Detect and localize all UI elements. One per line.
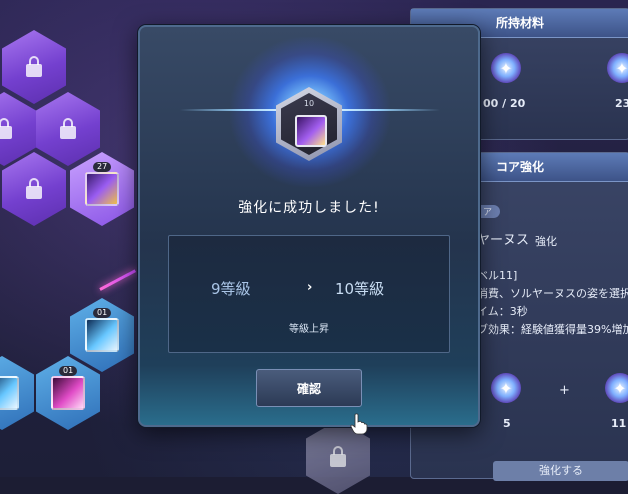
skill-icon bbox=[51, 376, 85, 410]
locked-core-slot[interactable] bbox=[2, 30, 66, 104]
locked-core-slot[interactable] bbox=[2, 152, 66, 226]
level-badge: 01 bbox=[59, 366, 78, 376]
skill-tree: 27 01 01 bbox=[0, 0, 140, 477]
enhance-button[interactable]: 強化する bbox=[493, 461, 628, 481]
arrow-right-icon: › bbox=[307, 280, 313, 295]
material-count: 23 bbox=[615, 97, 628, 110]
lock-icon bbox=[60, 117, 76, 139]
level-badge: 01 bbox=[93, 308, 112, 318]
skill-icon bbox=[85, 172, 119, 206]
skill-icon bbox=[85, 318, 119, 352]
hand-cursor-icon bbox=[350, 413, 368, 435]
desc-line: ベル11] bbox=[477, 269, 518, 282]
level-badge: 27 bbox=[93, 162, 112, 172]
lock-icon bbox=[26, 177, 42, 199]
core-skill-icon bbox=[295, 115, 327, 147]
material-count: 00 / 20 bbox=[483, 97, 526, 110]
grade-up-label: 等級上昇 bbox=[289, 324, 329, 335]
lock-icon bbox=[26, 55, 42, 77]
material-icon: ✦ bbox=[491, 373, 521, 403]
material-icon: ✦ bbox=[491, 53, 521, 83]
cost-value: 5 bbox=[503, 417, 511, 430]
skill-icon bbox=[0, 376, 19, 410]
material-icon: ✦ bbox=[605, 373, 628, 403]
desc-line: ブ効果：経験値獲得量39%増加 bbox=[477, 323, 628, 336]
skill-name: ヤーヌス bbox=[477, 233, 530, 248]
core-level: 10 bbox=[303, 99, 315, 108]
grade-from: 9等級 bbox=[211, 280, 251, 298]
material-icon: ✦ bbox=[607, 53, 628, 83]
lock-icon bbox=[0, 117, 12, 139]
grade-result-box: 9等級 › 10等級 等級上昇 bbox=[168, 235, 450, 353]
lock-icon bbox=[330, 445, 346, 467]
enhance-success-dialog: 10 強化に成功しました! 9等級 › 10等級 等級上昇 確認 bbox=[138, 25, 480, 427]
success-message: 強化に成功しました! bbox=[238, 200, 380, 216]
locked-core-slot[interactable] bbox=[36, 92, 100, 166]
confirm-button[interactable]: 確認 bbox=[256, 369, 362, 407]
desc-line: 消費、ソルヤーヌスの姿を選択 bbox=[477, 287, 628, 300]
desc-line: イム：3秒 bbox=[477, 305, 528, 318]
core-slot-unlocked[interactable] bbox=[0, 356, 34, 430]
cost-value: 11 bbox=[611, 417, 627, 430]
plus-sign: + bbox=[559, 383, 570, 398]
grade-to: 10等級 bbox=[335, 280, 385, 298]
connection-line bbox=[99, 269, 137, 291]
skill-action: 強化 bbox=[535, 235, 557, 248]
